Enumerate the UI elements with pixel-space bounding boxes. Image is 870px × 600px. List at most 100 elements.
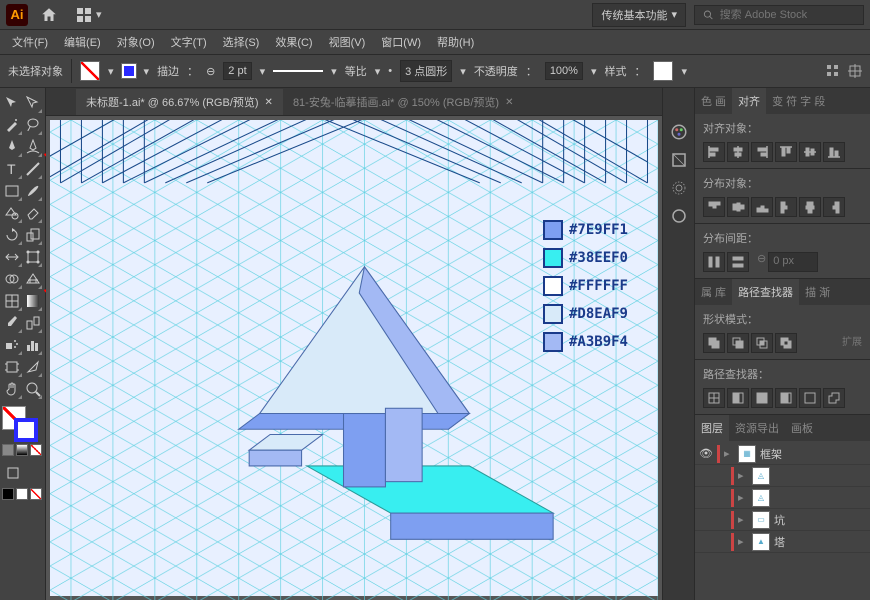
layer-row[interactable]: ▸▭坑 xyxy=(695,509,870,531)
brushes-panel-icon[interactable] xyxy=(667,204,691,228)
rtab-attrs[interactable]: 属 库 xyxy=(695,279,732,305)
menu-help[interactable]: 帮助(H) xyxy=(431,32,480,52)
align-right[interactable] xyxy=(751,142,773,162)
color-mode-none[interactable] xyxy=(30,444,42,456)
pf-outline[interactable] xyxy=(799,388,821,408)
pf-intersect[interactable] xyxy=(751,333,773,353)
workspace-selector[interactable]: 传统基本功能 ▾ xyxy=(592,3,686,27)
tool-blend[interactable] xyxy=(23,312,44,334)
menu-type[interactable]: 文字(T) xyxy=(165,32,213,52)
tool-lasso[interactable] xyxy=(23,114,44,136)
pf-merge[interactable] xyxy=(751,388,773,408)
tab-doc-1[interactable]: 未标题-1.ai* @ 66.67% (RGB/预览)✕ xyxy=(76,89,283,115)
align-vcenter[interactable] xyxy=(799,142,821,162)
tool-rectangle[interactable] xyxy=(2,180,23,202)
home-icon[interactable] xyxy=(40,6,58,24)
profile-field[interactable]: 3 点圆形 xyxy=(400,60,452,82)
layer-name[interactable]: 坑 xyxy=(774,512,785,528)
tab-doc-2[interactable]: 81-安兔-临摹插画.ai* @ 150% (RGB/预览)✕ xyxy=(283,89,524,115)
stroke-swatch[interactable] xyxy=(122,64,136,78)
color-mode-solid[interactable] xyxy=(2,444,14,456)
align-bottom[interactable] xyxy=(823,142,845,162)
tool-hand[interactable] xyxy=(2,378,23,400)
menu-object[interactable]: 对象(O) xyxy=(111,32,161,52)
tool-shape-builder[interactable] xyxy=(2,268,23,290)
sw-none[interactable] xyxy=(30,488,42,500)
tool-eraser[interactable] xyxy=(23,202,44,224)
fill-swatch[interactable] xyxy=(80,61,100,81)
stroke-preview[interactable] xyxy=(273,70,323,72)
tool-type[interactable]: T xyxy=(2,158,23,180)
twisty-icon[interactable]: ▸ xyxy=(738,535,748,548)
pf-exclude[interactable] xyxy=(775,333,797,353)
dist-left[interactable] xyxy=(775,197,797,217)
tool-eyedropper[interactable] xyxy=(2,312,23,334)
twisty-icon[interactable]: ▸ xyxy=(738,491,748,504)
tool-perspective[interactable] xyxy=(23,268,44,290)
rtab-artboards[interactable]: 画板 xyxy=(785,415,819,441)
tool-free-transform[interactable] xyxy=(23,246,44,268)
tool-shaper[interactable] xyxy=(2,202,23,224)
pf-minus-back[interactable] xyxy=(823,388,845,408)
canvas[interactable]: #7E9FF1 #38EEF0 #FFFFFF #D8EAF9 #A3B9F4 xyxy=(46,116,662,600)
properties-panel-icon[interactable] xyxy=(667,148,691,172)
tool-artboard[interactable] xyxy=(2,356,23,378)
pf-crop[interactable] xyxy=(775,388,797,408)
layer-row[interactable]: 👁▸▦框架 xyxy=(695,443,870,465)
pf-trim[interactable] xyxy=(727,388,749,408)
align-hcenter[interactable] xyxy=(727,142,749,162)
dist-right[interactable] xyxy=(823,197,845,217)
layer-name[interactable]: 塔 xyxy=(774,534,785,550)
close-icon[interactable]: ✕ xyxy=(265,97,273,108)
tool-paintbrush[interactable] xyxy=(23,180,44,202)
sw-black[interactable] xyxy=(2,488,14,500)
menu-select[interactable]: 选择(S) xyxy=(217,32,266,52)
color-panel-icon[interactable] xyxy=(667,120,691,144)
twisty-icon[interactable]: ▸ xyxy=(738,513,748,526)
dist-vcenter[interactable] xyxy=(727,197,749,217)
layer-row[interactable]: ▸▲塔 xyxy=(695,531,870,553)
tool-scale[interactable] xyxy=(23,224,44,246)
appearance-panel-icon[interactable] xyxy=(667,176,691,200)
align-panel-icon[interactable] xyxy=(826,64,840,78)
dist-bottom[interactable] xyxy=(751,197,773,217)
rtab-assets[interactable]: 资源导出 xyxy=(729,415,785,441)
drawing-mode[interactable] xyxy=(2,462,24,484)
dist-hcenter[interactable] xyxy=(799,197,821,217)
tool-graph[interactable] xyxy=(23,334,44,356)
rtab-pathfinder[interactable]: 路径查找器 xyxy=(732,279,799,305)
rtab-layers[interactable]: 图层 xyxy=(695,415,729,441)
tool-line[interactable] xyxy=(23,158,44,180)
gap-field[interactable]: 0 px xyxy=(768,252,818,272)
tool-mesh[interactable] xyxy=(2,290,23,312)
opacity-field[interactable]: 100% xyxy=(545,62,583,80)
layer-name[interactable]: 框架 xyxy=(760,446,782,462)
tool-zoom[interactable] xyxy=(23,378,44,400)
tool-symbol-sprayer[interactable] xyxy=(2,334,23,356)
twisty-icon[interactable]: ▸ xyxy=(724,447,734,460)
pf-divide[interactable] xyxy=(703,388,725,408)
rtab-stroke[interactable]: 描 渐 xyxy=(799,279,836,305)
tool-curvature[interactable] xyxy=(23,136,44,158)
menu-effect[interactable]: 效果(C) xyxy=(269,32,318,52)
tool-pen[interactable] xyxy=(2,136,23,158)
stroke-weight-field[interactable]: 2 pt xyxy=(223,62,251,80)
color-picker[interactable] xyxy=(2,406,43,442)
sw-white[interactable] xyxy=(16,488,28,500)
gap-h[interactable] xyxy=(727,252,749,272)
tool-slice[interactable] xyxy=(23,356,44,378)
tool-direct-selection[interactable] xyxy=(23,92,44,114)
menu-window[interactable]: 窗口(W) xyxy=(375,32,427,52)
pf-minus[interactable] xyxy=(727,333,749,353)
close-icon[interactable]: ✕ xyxy=(505,97,513,108)
twisty-icon[interactable]: ▸ xyxy=(738,469,748,482)
search-box[interactable] xyxy=(694,5,864,25)
rtab-align[interactable]: 对齐 xyxy=(732,88,766,114)
tool-magic-wand[interactable] xyxy=(2,114,23,136)
layer-row[interactable]: ▸◬ xyxy=(695,487,870,509)
tool-selection[interactable] xyxy=(2,92,23,114)
arrange-docs-button[interactable]: ▾ xyxy=(76,7,102,23)
style-swatch[interactable] xyxy=(653,61,673,81)
rtab-color[interactable]: 色 画 xyxy=(695,88,732,114)
gap-v[interactable] xyxy=(703,252,725,272)
